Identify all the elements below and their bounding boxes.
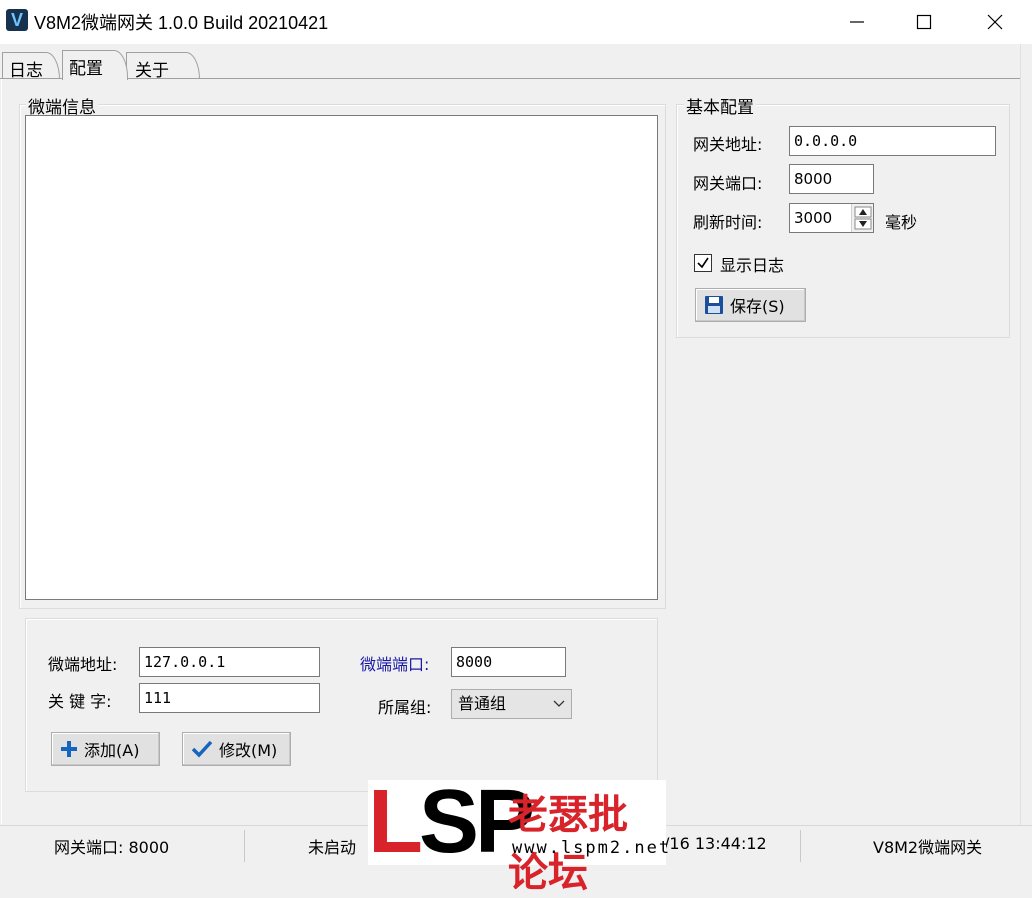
refresh-time-label: 刷新时间: bbox=[693, 213, 763, 232]
spinner-arrows-icon bbox=[854, 206, 872, 230]
plus-icon bbox=[61, 741, 77, 757]
group-label: 所属组: bbox=[378, 698, 432, 717]
watermark-url: www.lspm2.net bbox=[512, 838, 672, 858]
gateway-port-label: 网关端口: bbox=[693, 174, 763, 193]
status-separator bbox=[244, 830, 245, 862]
status-app: V8M2微端网关 bbox=[873, 838, 983, 857]
tab-config[interactable]: 配置 bbox=[62, 50, 128, 80]
basic-config-group-title: 基本配置 bbox=[684, 93, 756, 118]
minimize-icon bbox=[850, 21, 864, 23]
tab-about[interactable]: 关于 bbox=[126, 52, 200, 81]
status-separator bbox=[800, 830, 801, 862]
micro-address-label: 微端地址: bbox=[48, 655, 118, 674]
micro-address-input[interactable]: 127.0.0.1 bbox=[139, 647, 320, 677]
tab-log[interactable]: 日志 bbox=[2, 52, 60, 81]
checkmark-icon bbox=[191, 740, 213, 758]
title-bar: V V8M2微端网关 1.0.0 Build 20210421 bbox=[0, 0, 1032, 44]
tab-config-label: 配置 bbox=[69, 59, 103, 79]
maximize-icon bbox=[916, 14, 932, 30]
watermark-logo: LSP bbox=[368, 772, 535, 872]
window-right-edge bbox=[1020, 44, 1032, 825]
micro-info-list[interactable] bbox=[25, 115, 658, 600]
close-button[interactable] bbox=[960, 0, 1030, 44]
status-port: 网关端口: 8000 bbox=[54, 838, 170, 857]
app-icon: V bbox=[6, 9, 28, 31]
window-title: V8M2微端网关 1.0.0 Build 20210421 bbox=[34, 13, 329, 33]
gateway-address-label: 网关地址: bbox=[693, 135, 763, 154]
show-log-label: 显示日志 bbox=[720, 256, 785, 275]
status-time: /16 13:44:12 bbox=[664, 834, 767, 853]
save-button[interactable]: 保存(S) bbox=[695, 288, 806, 322]
spinner-buttons[interactable] bbox=[851, 204, 873, 232]
refresh-time-spinner[interactable]: 3000 bbox=[789, 203, 874, 233]
keyword-label: 关 键 字: bbox=[48, 692, 112, 711]
micro-port-label: 微端端口: bbox=[360, 655, 430, 674]
gateway-address-input[interactable]: 0.0.0.0 bbox=[789, 126, 996, 156]
group-select[interactable]: 普通组 bbox=[451, 689, 572, 719]
keyword-input[interactable]: 111 bbox=[139, 683, 320, 713]
floppy-disk-icon bbox=[705, 296, 723, 314]
show-log-checkbox[interactable] bbox=[694, 254, 712, 272]
chevron-down-icon bbox=[553, 700, 565, 707]
add-button-label: 添加(A) bbox=[84, 741, 140, 760]
micro-port-input[interactable]: 8000 bbox=[451, 647, 566, 677]
group-select-value: 普通组 bbox=[458, 694, 507, 713]
refresh-time-value: 3000 bbox=[794, 209, 833, 227]
save-button-label: 保存(S) bbox=[730, 297, 785, 316]
add-button[interactable]: 添加(A) bbox=[51, 732, 160, 766]
status-state: 未启动 bbox=[308, 838, 357, 857]
checkmark-icon bbox=[697, 257, 709, 269]
gateway-port-input[interactable]: 8000 bbox=[789, 164, 874, 194]
refresh-unit: 毫秒 bbox=[885, 213, 918, 232]
modify-button-label: 修改(M) bbox=[219, 741, 278, 760]
modify-button[interactable]: 修改(M) bbox=[182, 732, 291, 766]
watermark: LSP 老瑟批论坛 www.lspm2.net bbox=[368, 772, 669, 896]
maximize-button[interactable] bbox=[889, 0, 959, 44]
close-icon bbox=[987, 14, 1003, 30]
minimize-button[interactable] bbox=[822, 0, 892, 44]
